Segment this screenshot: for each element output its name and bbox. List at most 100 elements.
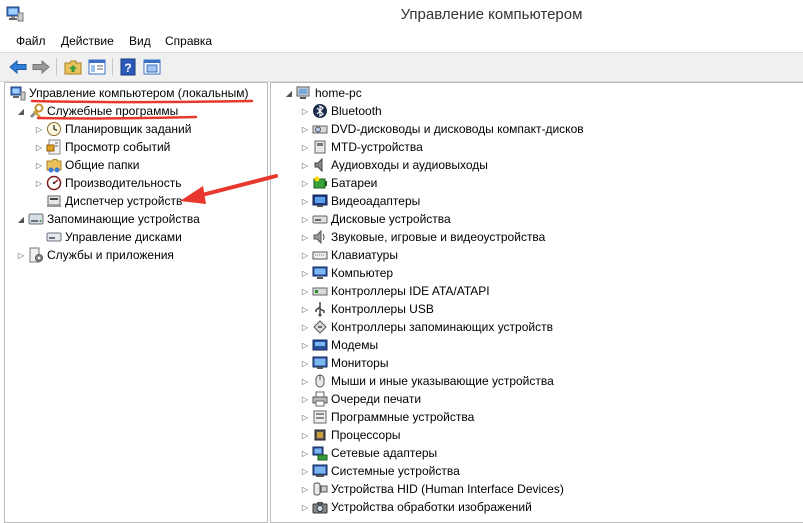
help-icon[interactable]: ?: [118, 57, 138, 77]
expanded-arrow-icon[interactable]: ◢: [16, 215, 26, 224]
collapsed-arrow-icon[interactable]: ▷: [300, 377, 310, 386]
tree-label: Планировщик заданий: [65, 122, 192, 136]
collapsed-arrow-icon[interactable]: ▷: [300, 251, 310, 260]
device-category-item[interactable]: ▷ Очереди печати: [300, 390, 421, 408]
collapsed-arrow-icon[interactable]: ▷: [34, 161, 44, 170]
device-category-item[interactable]: ▷ DVD-дисководы и дисководы компакт-диско…: [300, 120, 584, 138]
device-category-item[interactable]: ▷ Устройства обработки изображений: [300, 498, 532, 516]
tree-item-services-applications[interactable]: ▷ Службы и приложения: [16, 246, 174, 264]
collapsed-arrow-icon[interactable]: ▷: [34, 143, 44, 152]
device-category-item[interactable]: ▷ Мониторы: [300, 354, 389, 372]
properties-icon[interactable]: [142, 57, 162, 77]
device-category-item[interactable]: ▷ Видеоадаптеры: [300, 192, 420, 210]
tree-item-system-tools[interactable]: ◢ Служебные программы: [16, 102, 178, 120]
device-category-item[interactable]: ▷ MTD-устройства: [300, 138, 423, 156]
device-category-item[interactable]: ▷ Батареи: [300, 174, 377, 192]
device-category-item[interactable]: ▷ Контроллеры IDE ATA/ATAPI: [300, 282, 490, 300]
collapsed-arrow-icon[interactable]: ▷: [300, 503, 310, 512]
collapsed-arrow-icon[interactable]: ▷: [16, 251, 26, 260]
device-category-item[interactable]: ▷ Аудиовходы и аудиовыходы: [300, 156, 488, 174]
menu-action[interactable]: Действие: [61, 34, 114, 48]
clock-icon: [46, 121, 62, 137]
collapsed-arrow-icon[interactable]: ▷: [300, 449, 310, 458]
device-category-item[interactable]: ▷ Контроллеры запоминающих устройств: [300, 318, 553, 336]
device-category-label: Устройства HID (Human Interface Devices): [331, 482, 564, 496]
device-category-item[interactable]: ▷ Сетевые адаптеры: [300, 444, 437, 462]
collapsed-arrow-icon[interactable]: ▷: [300, 359, 310, 368]
device-category-label: MTD-устройства: [331, 140, 423, 154]
network-adapter-icon: [312, 445, 328, 461]
video-adapter-icon: [312, 193, 328, 209]
device-category-item[interactable]: ▷ Системные устройства: [300, 462, 460, 480]
collapsed-arrow-icon[interactable]: ▷: [300, 341, 310, 350]
collapsed-arrow-icon[interactable]: ▷: [300, 413, 310, 422]
collapsed-arrow-icon[interactable]: ▷: [300, 125, 310, 134]
audio-icon: [312, 157, 328, 173]
menu-view[interactable]: Вид: [129, 34, 151, 48]
tree-item-disk-management[interactable]: Управление дисками: [44, 228, 182, 246]
collapsed-arrow-icon[interactable]: ▷: [34, 179, 44, 188]
device-category-label: Сетевые адаптеры: [331, 446, 438, 460]
storage-controller-icon: [312, 319, 328, 335]
forward-arrow-icon[interactable]: [31, 57, 51, 77]
device-category-item[interactable]: ▷ Клавиатуры: [300, 246, 398, 264]
collapsed-arrow-icon[interactable]: ▷: [300, 431, 310, 440]
tree-item-shared-folders[interactable]: ▷ Общие папки: [34, 156, 139, 174]
tree-item-device-manager[interactable]: Диспетчер устройств: [44, 192, 182, 210]
collapsed-arrow-icon[interactable]: ▷: [300, 161, 310, 170]
device-category-item[interactable]: ▷ Звуковые, игровые и видеоустройства: [300, 228, 545, 246]
collapsed-arrow-icon[interactable]: ▷: [300, 485, 310, 494]
device-category-item[interactable]: ▷ Модемы: [300, 336, 378, 354]
device-category-label: Очереди печати: [331, 392, 422, 406]
tree-label: Общие папки: [65, 158, 140, 172]
tree-item-performance[interactable]: ▷ Производительность: [34, 174, 181, 192]
device-category-item[interactable]: ▷ Процессоры: [300, 426, 401, 444]
collapsed-arrow-icon[interactable]: ▷: [300, 323, 310, 332]
toolbar: ?: [0, 52, 803, 82]
device-category-label: Контроллеры IDE ATA/ATAPI: [331, 284, 490, 298]
collapsed-arrow-icon[interactable]: ▷: [300, 305, 310, 314]
device-category-item[interactable]: ▷ Компьютер: [300, 264, 393, 282]
show-hide-tree-icon[interactable]: [87, 57, 107, 77]
menu-help[interactable]: Справка: [165, 34, 212, 48]
tree-item-task-scheduler[interactable]: ▷ Планировщик заданий: [34, 120, 191, 138]
tree-item-storage[interactable]: ◢ Запоминающие устройства: [16, 210, 200, 228]
dvd-drive-icon: [312, 121, 328, 137]
collapsed-arrow-icon[interactable]: ▷: [300, 233, 310, 242]
menu-bar: Файл Действие Вид Справка: [0, 30, 803, 52]
menu-file[interactable]: Файл: [16, 34, 46, 48]
tree-root-computer-management[interactable]: Управление компьютером (локальным): [10, 84, 249, 102]
tree-label: Управление компьютером (локальным): [29, 86, 249, 100]
bluetooth-icon: [312, 103, 328, 119]
collapsed-arrow-icon[interactable]: ▷: [300, 269, 310, 278]
device-category-label: Процессоры: [331, 428, 401, 442]
services-icon: [28, 247, 44, 263]
collapsed-arrow-icon[interactable]: ▷: [300, 287, 310, 296]
collapsed-arrow-icon[interactable]: ▷: [34, 125, 44, 134]
device-category-label: Мониторы: [331, 356, 389, 370]
expanded-arrow-icon[interactable]: ◢: [284, 89, 294, 98]
back-arrow-icon[interactable]: [8, 57, 28, 77]
collapsed-arrow-icon[interactable]: ▷: [300, 179, 310, 188]
tree-label: Просмотр событий: [65, 140, 171, 154]
device-category-item[interactable]: ▷ Bluetooth: [300, 102, 382, 120]
collapsed-arrow-icon[interactable]: ▷: [300, 215, 310, 224]
toolbar-separator: [112, 58, 113, 76]
device-category-item[interactable]: ▷ Устройства HID (Human Interface Devices…: [300, 480, 564, 498]
device-category-item[interactable]: ▷ Контроллеры USB: [300, 300, 434, 318]
device-manager-icon: [46, 193, 62, 209]
device-category-item[interactable]: ▷ Мыши и иные указывающие устройства: [300, 372, 554, 390]
device-category-label: Программные устройства: [331, 410, 475, 424]
collapsed-arrow-icon[interactable]: ▷: [300, 107, 310, 116]
tree-root-home-pc[interactable]: ◢ home-pc: [284, 84, 362, 102]
collapsed-arrow-icon[interactable]: ▷: [300, 197, 310, 206]
collapsed-arrow-icon[interactable]: ▷: [300, 467, 310, 476]
expanded-arrow-icon[interactable]: ◢: [16, 107, 26, 116]
keyboard-icon: [312, 247, 328, 263]
device-category-item[interactable]: ▷ Дисковые устройства: [300, 210, 451, 228]
up-folder-icon[interactable]: [63, 57, 83, 77]
collapsed-arrow-icon[interactable]: ▷: [300, 143, 310, 152]
tree-item-event-viewer[interactable]: ▷ Просмотр событий: [34, 138, 170, 156]
device-category-item[interactable]: ▷ Программные устройства: [300, 408, 474, 426]
collapsed-arrow-icon[interactable]: ▷: [300, 395, 310, 404]
